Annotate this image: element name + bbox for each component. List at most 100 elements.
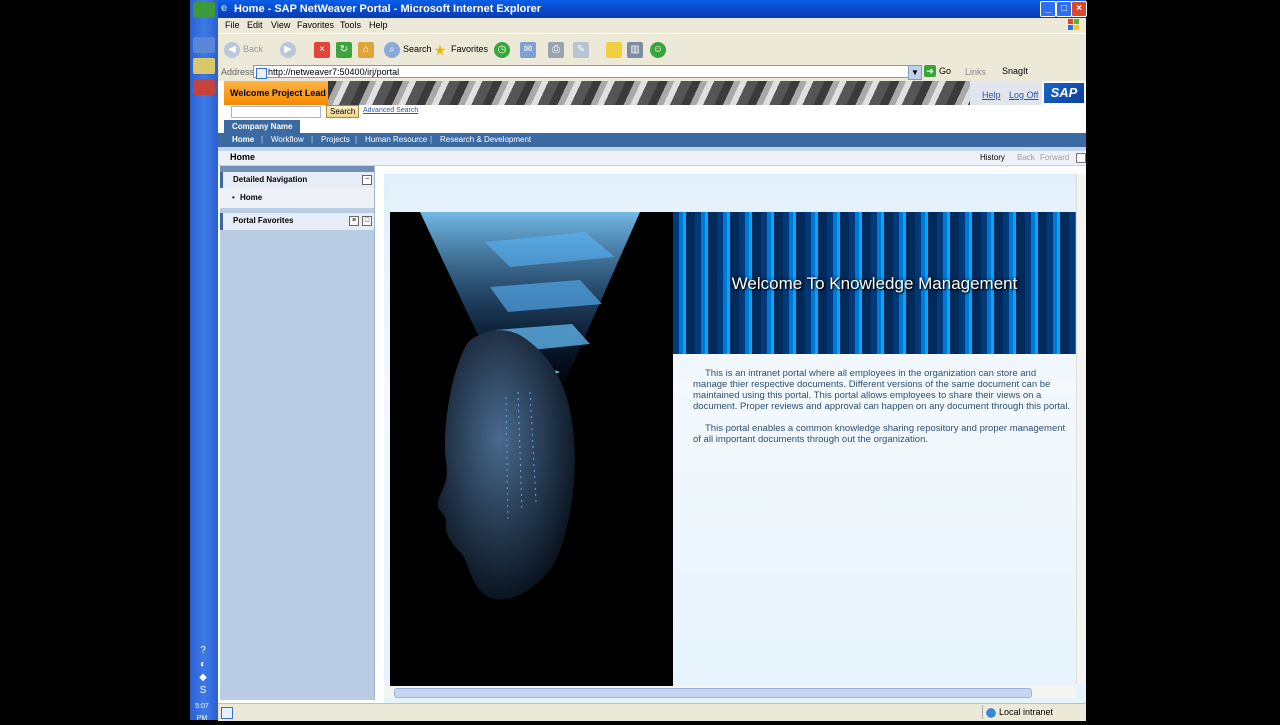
messenger-icon: ☺ bbox=[650, 41, 666, 58]
menu-help[interactable]: Help bbox=[369, 20, 388, 30]
page-status-icon bbox=[221, 707, 233, 719]
nav-separator: | bbox=[355, 135, 358, 144]
forward-arrow-icon: ▶ bbox=[280, 41, 296, 58]
close-button[interactable]: × bbox=[1071, 1, 1087, 17]
banner-title: Welcome To Knowledge Management bbox=[731, 274, 1018, 293]
detailed-nav-home-item[interactable]: Home bbox=[240, 193, 262, 202]
company-name-tab[interactable]: Company Name bbox=[224, 120, 300, 133]
nav-workflow[interactable]: Workflow bbox=[271, 133, 304, 147]
taskbar-app-icon[interactable] bbox=[193, 37, 215, 53]
page-title: Home bbox=[230, 152, 256, 162]
nav-projects[interactable]: Projects bbox=[321, 133, 350, 147]
content-area: Welcome To Knowledge Management This is … bbox=[384, 174, 1086, 703]
chevron-down-icon[interactable]: ▼ bbox=[908, 65, 922, 80]
messenger-button[interactable]: ☺ bbox=[650, 40, 669, 58]
favorites-list-icon[interactable]: ≡ bbox=[349, 216, 359, 226]
mail-icon: ✉ bbox=[520, 41, 536, 58]
portal-favorites-header[interactable]: Portal Favorites ≡ □ bbox=[220, 213, 374, 230]
search-button[interactable]: Search bbox=[326, 105, 360, 118]
note-icon bbox=[606, 41, 622, 58]
masthead-banner-image bbox=[328, 81, 970, 105]
forward-link[interactable]: Forward bbox=[1040, 153, 1069, 162]
nav-separator: | bbox=[430, 135, 433, 144]
network-tray-icon[interactable]: ◐ bbox=[194, 659, 212, 671]
favorites-toolbar-button[interactable]: ★ Favorites bbox=[432, 40, 488, 58]
search-input[interactable] bbox=[231, 106, 321, 118]
refresh-button[interactable]: ↻ bbox=[336, 40, 355, 58]
collapse-icon[interactable]: − bbox=[362, 175, 372, 185]
page-menu-icon[interactable] bbox=[1076, 153, 1086, 163]
nav-research-development[interactable]: Research & Development bbox=[440, 133, 531, 147]
back-link[interactable]: Back bbox=[1017, 153, 1035, 162]
intro-paragraph: This is an intranet portal where all emp… bbox=[693, 368, 1071, 412]
portal-page: Welcome Project Lead Help Log Off SAP Se… bbox=[218, 81, 1086, 703]
nav-separator: | bbox=[311, 135, 314, 144]
taskbar-app-icon[interactable] bbox=[193, 58, 215, 74]
mail-button[interactable]: ✉ bbox=[520, 40, 539, 58]
discuss-button[interactable] bbox=[606, 40, 625, 58]
nav-home[interactable]: Home bbox=[232, 133, 254, 147]
help-link[interactable]: Help bbox=[982, 90, 1001, 100]
links-label[interactable]: Links bbox=[965, 67, 986, 77]
menu-favorites[interactable]: Favorites bbox=[297, 20, 334, 30]
page-title-bar: Home History Back Forward bbox=[218, 151, 1086, 166]
masthead-links: Help Log Off bbox=[970, 81, 1042, 105]
expand-icon[interactable]: □ bbox=[362, 216, 372, 226]
go-button[interactable]: ➜ Go bbox=[924, 65, 951, 78]
nav-separator: | bbox=[261, 135, 264, 144]
stop-button[interactable]: × bbox=[314, 40, 333, 58]
horizontal-scroll-thumb[interactable] bbox=[394, 688, 1032, 698]
portal-favorites-title: Portal Favorites bbox=[233, 216, 294, 225]
welcome-banner: Welcome To Knowledge Management bbox=[673, 212, 1076, 354]
detailed-navigation-body: • Home bbox=[220, 188, 374, 208]
intro-text: This is an intranet portal where all emp… bbox=[693, 368, 1071, 456]
search-toolbar-button[interactable]: ⌕ Search bbox=[384, 40, 432, 58]
maximize-button[interactable]: □ bbox=[1056, 1, 1072, 17]
forward-button[interactable]: ▶ bbox=[280, 40, 299, 58]
address-label: Address bbox=[221, 67, 255, 77]
print-button[interactable]: ⎙ bbox=[548, 40, 567, 58]
globe-icon bbox=[985, 707, 997, 719]
research-icon: ▥ bbox=[627, 41, 643, 58]
address-input[interactable]: http://netweaver7:50400/irj/portal bbox=[253, 65, 913, 79]
menu-bar: File Edit View Favorites Tools Help bbox=[218, 18, 1086, 33]
top-level-navigation: Home | Workflow | Projects | Human Resou… bbox=[218, 133, 1086, 147]
home-button[interactable]: ⌂ bbox=[358, 40, 377, 58]
home-icon: ⌂ bbox=[358, 41, 374, 58]
research-button[interactable]: ▥ bbox=[627, 40, 646, 58]
detailed-navigation-title: Detailed Navigation bbox=[233, 175, 308, 184]
refresh-icon: ↻ bbox=[336, 41, 352, 58]
log-off-link[interactable]: Log Off bbox=[1009, 90, 1038, 100]
minimize-button[interactable]: _ bbox=[1040, 1, 1056, 17]
start-button[interactable] bbox=[193, 2, 215, 18]
history-toolbar-button[interactable]: ◷ bbox=[494, 40, 513, 58]
nav-human-resource[interactable]: Human Resource bbox=[365, 133, 427, 147]
window-title: Home - SAP NetWeaver Portal - Microsoft … bbox=[234, 3, 542, 15]
advanced-search-link[interactable]: Advanced Search bbox=[363, 107, 418, 114]
snagit-tray-icon[interactable]: S bbox=[194, 685, 212, 697]
bullet-icon: • bbox=[232, 193, 235, 202]
horizontal-scrollbar[interactable] bbox=[384, 686, 1076, 698]
detailed-navigation-header[interactable]: Detailed Navigation − bbox=[220, 172, 374, 188]
content-top-band bbox=[390, 184, 1076, 212]
snagit-button[interactable]: SnagIt bbox=[1002, 66, 1028, 76]
security-zone: Local intranet bbox=[982, 705, 1082, 719]
vertical-scrollbar[interactable] bbox=[1076, 174, 1086, 684]
back-button[interactable]: ◀ Back bbox=[224, 40, 263, 58]
left-navigation-panel: Detailed Navigation − • Home Portal Favo… bbox=[220, 166, 375, 700]
shield-tray-icon[interactable]: ◆ bbox=[194, 672, 212, 684]
history-dropdown[interactable]: History bbox=[980, 153, 1005, 162]
browser-window: e Home - SAP NetWeaver Portal - Microsof… bbox=[218, 0, 1087, 721]
help-tray-icon[interactable]: ? bbox=[194, 645, 212, 657]
back-arrow-icon: ◀ bbox=[224, 41, 240, 58]
star-icon: ★ bbox=[433, 41, 447, 58]
menu-file[interactable]: File bbox=[225, 20, 240, 30]
menu-edit[interactable]: Edit bbox=[247, 20, 263, 30]
edit-button[interactable]: ✎ bbox=[573, 40, 592, 58]
menu-tools[interactable]: Tools bbox=[340, 20, 361, 30]
stop-icon: × bbox=[314, 41, 330, 58]
masthead: Welcome Project Lead Help Log Off SAP bbox=[218, 81, 1086, 105]
search-row: Search Advanced Search bbox=[218, 105, 1086, 119]
menu-view[interactable]: View bbox=[271, 20, 290, 30]
taskbar-app-icon[interactable] bbox=[193, 79, 215, 95]
